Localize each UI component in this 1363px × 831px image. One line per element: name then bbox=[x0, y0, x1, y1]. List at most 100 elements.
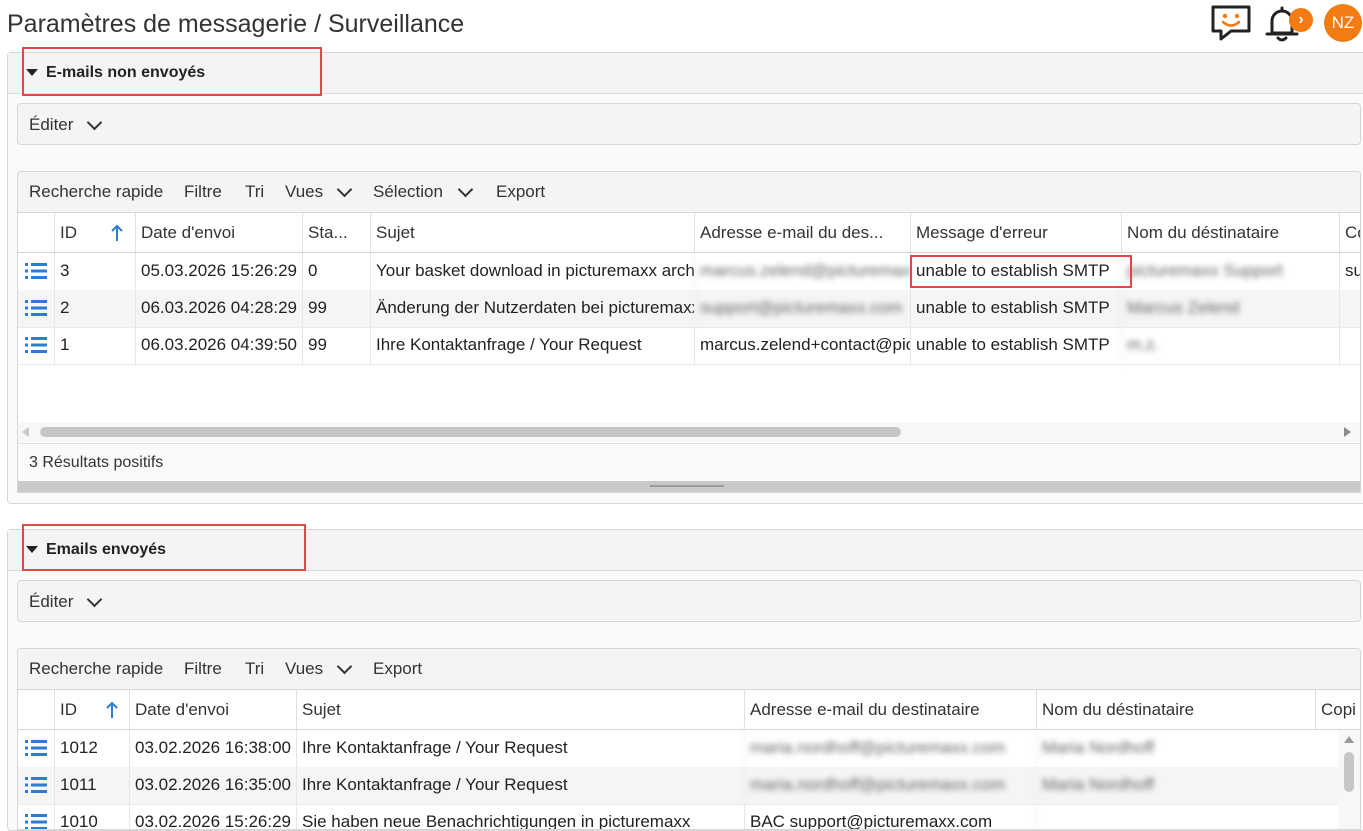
chevron-down-icon[interactable] bbox=[86, 114, 103, 131]
horizontal-scrollbar[interactable] bbox=[18, 422, 1360, 442]
selection-button[interactable]: Sélection bbox=[373, 182, 443, 202]
edit-menu-button[interactable]: Éditer bbox=[29, 115, 73, 135]
column-header-recipient-name[interactable]: Nom du déstinataire bbox=[1036, 690, 1315, 729]
chat-smile-icon[interactable] bbox=[1209, 3, 1253, 43]
cell-id: 2 bbox=[54, 290, 135, 327]
cell-recipient-name: Maria Nordhoff bbox=[1036, 767, 1315, 804]
cell-recipient-name: Maria Nordhoff bbox=[1036, 730, 1315, 767]
scrollbar-thumb[interactable] bbox=[1344, 752, 1354, 792]
edit-menu-button[interactable]: Éditer bbox=[29, 592, 73, 612]
table-row[interactable]: 1010 03.02.2026 15:26:29 Sie haben neue … bbox=[18, 804, 1360, 829]
scroll-left-icon[interactable] bbox=[22, 427, 29, 437]
column-header-copy[interactable]: Co bbox=[1339, 213, 1360, 252]
cell-error: unable to establish SMTP bbox=[910, 290, 1121, 327]
views-button[interactable]: Vues bbox=[285, 659, 323, 679]
unsent-grid: Recherche rapide Filtre Tri Vues Sélecti… bbox=[17, 171, 1361, 493]
cell-copy: su bbox=[1339, 253, 1360, 290]
table-row[interactable]: 1011 03.02.2026 16:35:00 Ihre Kontaktanf… bbox=[18, 767, 1360, 805]
highlight-box bbox=[22, 524, 306, 571]
export-button[interactable]: Export bbox=[373, 659, 422, 679]
scroll-up-icon[interactable] bbox=[1344, 736, 1354, 743]
cell-email: support@picturemaxx.com bbox=[694, 290, 910, 327]
filter-button[interactable]: Filtre bbox=[184, 182, 222, 202]
cell-status: 0 bbox=[302, 253, 370, 290]
cell-subject: Ihre Kontaktanfrage / Your Request bbox=[296, 767, 744, 804]
cell-date: 05.03.2026 15:26:29 bbox=[135, 253, 302, 290]
column-header-email[interactable]: Adresse e-mail du des... bbox=[694, 213, 910, 252]
sort-ascending-icon[interactable] bbox=[110, 224, 124, 247]
cell-id: 1010 bbox=[54, 804, 129, 829]
chevron-down-icon[interactable] bbox=[336, 181, 353, 198]
table-row[interactable]: 3 05.03.2026 15:26:29 0 Your basket down… bbox=[18, 253, 1360, 291]
cell-email: maria.nordhoff@picturemaxx.com bbox=[744, 767, 1036, 804]
quick-search-button[interactable]: Recherche rapide bbox=[29, 182, 163, 202]
chevron-down-icon[interactable] bbox=[457, 181, 474, 198]
resize-grip[interactable] bbox=[650, 485, 724, 487]
column-header-date[interactable]: Date d'envoi bbox=[135, 213, 302, 252]
cell-email: BAC support@picturemaxx.com bbox=[744, 804, 1036, 829]
column-header-subject[interactable]: Sujet bbox=[296, 690, 744, 729]
list-details-icon[interactable] bbox=[25, 740, 47, 756]
cell-subject: Änderung der Nutzerdaten bei picturemaxx bbox=[370, 290, 694, 327]
list-details-icon[interactable] bbox=[25, 263, 47, 279]
cell-recipient-name: picturemaxx Support bbox=[1121, 253, 1339, 290]
cell-status: 99 bbox=[302, 327, 370, 364]
chevron-down-icon[interactable] bbox=[86, 591, 103, 608]
cell-date: 03.02.2026 16:38:00 bbox=[129, 730, 296, 767]
views-button[interactable]: Vues bbox=[285, 182, 323, 202]
sort-button[interactable]: Tri bbox=[245, 659, 264, 679]
unsent-table-header: ID Date d'envoi Sta... Sujet Adresse e-m… bbox=[18, 213, 1360, 253]
vertical-scrollbar[interactable] bbox=[1338, 730, 1360, 829]
column-header-status[interactable]: Sta... bbox=[302, 213, 370, 252]
cell-date: 03.02.2026 15:26:29 bbox=[129, 804, 296, 829]
sent-edit-bar: Éditer bbox=[17, 580, 1361, 622]
cell-subject: Ihre Kontaktanfrage / Your Request bbox=[296, 730, 744, 767]
filter-button[interactable]: Filtre bbox=[184, 659, 222, 679]
highlight-box bbox=[22, 47, 322, 96]
chevron-down-icon[interactable] bbox=[336, 658, 353, 675]
cell-id: 1011 bbox=[54, 767, 129, 804]
list-details-icon[interactable] bbox=[25, 300, 47, 316]
cell-id: 3 bbox=[54, 253, 135, 290]
avatar[interactable]: NZ bbox=[1324, 4, 1362, 42]
list-details-icon[interactable] bbox=[25, 814, 47, 829]
table-row[interactable]: 2 06.03.2026 04:28:29 99 Änderung der Nu… bbox=[18, 290, 1360, 328]
cell-subject: Ihre Kontaktanfrage / Your Request bbox=[370, 327, 694, 364]
sent-table-header: ID Date d'envoi Sujet Adresse e-mail du … bbox=[18, 690, 1360, 730]
column-header-date[interactable]: Date d'envoi bbox=[129, 690, 296, 729]
sort-button[interactable]: Tri bbox=[245, 182, 264, 202]
column-header-copy[interactable]: Copi bbox=[1315, 690, 1360, 729]
results-footer: 3 Résultats positifs bbox=[18, 443, 1360, 482]
page-title: Paramètres de messagerie / Surveillance bbox=[7, 10, 465, 38]
table-row[interactable]: 1012 03.02.2026 16:38:00 Ihre Kontaktanf… bbox=[18, 730, 1360, 768]
cell-date: 03.02.2026 16:35:00 bbox=[129, 767, 296, 804]
cell-copy bbox=[1339, 290, 1360, 327]
list-details-icon[interactable] bbox=[25, 337, 47, 353]
notification-badge[interactable]: › bbox=[1289, 8, 1313, 32]
column-header-error[interactable]: Message d'erreur bbox=[910, 213, 1121, 252]
scrollbar-thumb[interactable] bbox=[40, 427, 901, 437]
sort-ascending-icon[interactable] bbox=[105, 701, 119, 724]
cell-subject: Your basket download in picturemaxx arch… bbox=[370, 253, 694, 290]
column-header-subject[interactable]: Sujet bbox=[370, 213, 694, 252]
unsent-toolbar: Recherche rapide Filtre Tri Vues Sélecti… bbox=[18, 172, 1360, 213]
scroll-right-icon[interactable] bbox=[1344, 427, 1351, 437]
results-count: 3 Résultats positifs bbox=[29, 454, 164, 471]
cell-error: unable to establish SMTP bbox=[910, 327, 1121, 364]
column-header-email[interactable]: Adresse e-mail du destinataire bbox=[744, 690, 1036, 729]
resize-handle[interactable] bbox=[18, 481, 1360, 492]
cell-email: marcus.zelend+contact@picturemaxx.com bbox=[694, 327, 910, 364]
cell-email: marcus.zelend@picturemaxx.com bbox=[694, 253, 910, 290]
highlight-box bbox=[910, 255, 1132, 288]
sent-grid: Recherche rapide Filtre Tri Vues Export … bbox=[17, 648, 1361, 830]
unsent-edit-bar: Éditer bbox=[17, 103, 1361, 145]
table-row[interactable]: 1 06.03.2026 04:39:50 99 Ihre Kontaktanf… bbox=[18, 327, 1360, 365]
cell-recipient-name: Marcus Zelend bbox=[1121, 290, 1339, 327]
column-header-recipient-name[interactable]: Nom du déstinataire bbox=[1121, 213, 1339, 252]
export-button[interactable]: Export bbox=[496, 182, 545, 202]
cell-recipient-name bbox=[1036, 804, 1315, 829]
sent-toolbar: Recherche rapide Filtre Tri Vues Export bbox=[18, 649, 1360, 690]
list-details-icon[interactable] bbox=[25, 777, 47, 793]
cell-copy bbox=[1339, 327, 1360, 364]
quick-search-button[interactable]: Recherche rapide bbox=[29, 659, 163, 679]
